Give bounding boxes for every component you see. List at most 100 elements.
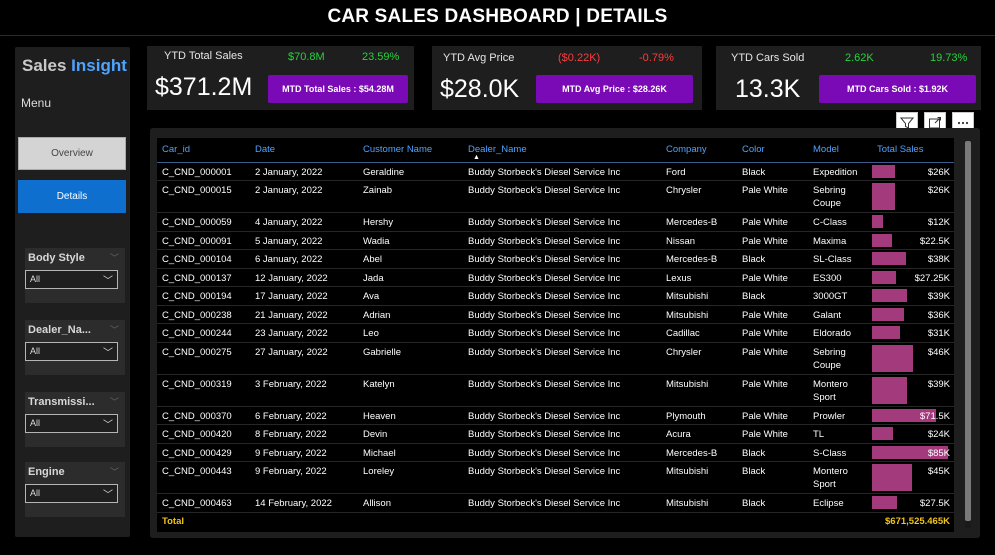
- total-empty-cell: [250, 512, 358, 528]
- sales-data-bar: [872, 289, 907, 302]
- table-row[interactable]: C_CND_000104 6 January, 2022 Abel Buddy Sto…: [157, 249, 954, 269]
- table-row[interactable]: C_CND_000319 3 February, 2022 Katelyn Buddy…: [157, 374, 954, 407]
- sales-value: $85K: [927, 447, 950, 459]
- table-row[interactable]: C_CND_000275 27 January, 2022 Gabrielle Bud…: [157, 342, 954, 375]
- cell-company: Cadillac: [661, 323, 737, 343]
- cell-car-id: C_CND_000091: [157, 231, 250, 250]
- cell-date: 6 January, 2022: [250, 249, 358, 269]
- kpi-mtd-badge: MTD Total Sales : $54.28M: [268, 75, 408, 103]
- cell-company: Mitsubishi: [661, 305, 737, 324]
- sales-value: $39K: [927, 291, 950, 302]
- cell-car-id: C_CND_000463: [157, 493, 250, 513]
- scrollbar-thumb[interactable]: [965, 141, 971, 521]
- sales-value: $27.25K: [914, 272, 950, 284]
- total-empty-cell: [808, 512, 872, 528]
- cell-company: Mitsubishi: [661, 493, 737, 513]
- cell-company: Plymouth: [661, 406, 737, 425]
- column-header-dealer-name[interactable]: Dealer_Name ▲: [463, 138, 661, 163]
- sales-data-bar: [872, 183, 895, 210]
- cell-company: Mercedes-B: [661, 212, 737, 232]
- column-header-total-sales[interactable]: Total Sales: [872, 138, 954, 163]
- cell-date: 12 January, 2022: [250, 268, 358, 287]
- cell-total-sales: $27.25K: [872, 268, 954, 287]
- table-scrollbar[interactable]: [965, 141, 971, 528]
- chevron-down-icon: ﹀: [109, 397, 119, 407]
- cell-total-sales: $36K: [872, 305, 954, 324]
- cell-customer: Geraldine: [358, 162, 463, 181]
- cell-color: Black: [737, 286, 808, 306]
- column-header-date[interactable]: Date: [250, 138, 358, 163]
- dealer-name-dropdown[interactable]: All ﹀: [25, 342, 118, 361]
- cell-color: Pale White: [737, 424, 808, 444]
- sales-data-bar: [872, 270, 896, 284]
- table-row[interactable]: C_CND_000001 2 January, 2022 Geraldine Budd…: [157, 162, 954, 181]
- sales-value: $38K: [927, 254, 950, 265]
- table-row[interactable]: C_CND_000194 17 January, 2022 Ava Buddy Sto…: [157, 286, 954, 306]
- table-row[interactable]: C_CND_000463 14 February, 2022 Allison Budd…: [157, 493, 954, 513]
- cell-model: Montero Sport: [808, 374, 872, 407]
- cell-dealer: Buddy Storbeck's Diesel Service Inc: [463, 342, 661, 375]
- cell-customer: Katelyn: [358, 374, 463, 407]
- cell-dealer: Buddy Storbeck's Diesel Service Inc: [463, 249, 661, 269]
- body-style-dropdown[interactable]: All ﹀: [25, 270, 118, 289]
- column-header-color[interactable]: Color: [737, 138, 808, 163]
- cell-company: Mercedes-B: [661, 443, 737, 462]
- cell-color: Black: [737, 461, 808, 494]
- cell-total-sales: $31K: [872, 323, 954, 343]
- brand-part1: Sales: [22, 56, 67, 75]
- cell-model: Sebring Coupe: [808, 342, 872, 375]
- sales-data-bar: [872, 215, 883, 228]
- cell-model: Sebring Coupe: [808, 180, 872, 213]
- table-row[interactable]: C_CND_000420 8 February, 2022 Devin Buddy S…: [157, 424, 954, 444]
- chevron-down-icon: ﹀: [109, 253, 119, 263]
- chevron-down-icon: ﹀: [103, 490, 113, 501]
- cell-date: 2 January, 2022: [250, 180, 358, 213]
- cell-car-id: C_CND_000104: [157, 249, 250, 269]
- column-header-customer-name[interactable]: Customer Name: [358, 138, 463, 163]
- engine-dropdown[interactable]: All ﹀: [25, 484, 118, 503]
- cell-date: 9 February, 2022: [250, 443, 358, 462]
- cell-date: 6 February, 2022: [250, 406, 358, 425]
- cell-dealer: Buddy Storbeck's Diesel Service Inc: [463, 305, 661, 324]
- cell-customer: Leo: [358, 323, 463, 343]
- cell-color: Pale White: [737, 180, 808, 213]
- table-row[interactable]: C_CND_000091 5 January, 2022 Wadia Buddy St…: [157, 231, 954, 250]
- sales-data-bar: [872, 344, 913, 372]
- cell-total-sales: $71.5K: [872, 406, 954, 425]
- chevron-down-icon: ﹀: [103, 348, 113, 359]
- cell-customer: Michael: [358, 443, 463, 462]
- cell-model: Prowler: [808, 406, 872, 425]
- cell-customer: Wadia: [358, 231, 463, 250]
- brand-part2: Insight: [71, 56, 127, 75]
- table-row[interactable]: C_CND_000059 4 January, 2022 Hershy Buddy S…: [157, 212, 954, 232]
- column-header-company[interactable]: Company: [661, 138, 737, 163]
- table-header-row: Car_id Date Customer Name Dealer_Name ▲ …: [157, 138, 954, 163]
- cell-color: Pale White: [737, 268, 808, 287]
- sales-value: $22.5K: [919, 235, 950, 247]
- details-button[interactable]: Details: [18, 180, 126, 213]
- column-header-car-id[interactable]: Car_id: [157, 138, 250, 163]
- overview-button[interactable]: Overview: [18, 137, 126, 170]
- table-row[interactable]: C_CND_000370 6 February, 2022 Heaven Buddy …: [157, 406, 954, 425]
- sales-data-bar: [872, 233, 892, 247]
- cell-company: Mitsubishi: [661, 286, 737, 306]
- column-header-model[interactable]: Model: [808, 138, 872, 163]
- sales-data-bar: [872, 326, 900, 339]
- kpi-delta-abs: $70.8M: [288, 51, 325, 63]
- transmission-dropdown[interactable]: All ﹀: [25, 414, 118, 433]
- chevron-down-icon: ﹀: [109, 325, 119, 335]
- cell-color: Pale White: [737, 305, 808, 324]
- cell-total-sales: $38K: [872, 249, 954, 269]
- dropdown-value: All: [30, 418, 41, 428]
- table-row[interactable]: C_CND_000443 9 February, 2022 Loreley Buddy…: [157, 461, 954, 494]
- table-row[interactable]: C_CND_000429 9 February, 2022 Michael Buddy…: [157, 443, 954, 462]
- cell-model: C-Class: [808, 212, 872, 232]
- table-row[interactable]: C_CND_000238 21 January, 2022 Adrian Buddy …: [157, 305, 954, 324]
- table-row[interactable]: C_CND_000244 23 January, 2022 Leo Buddy Sto…: [157, 323, 954, 343]
- sales-value: $36K: [927, 309, 950, 321]
- cell-company: Nissan: [661, 231, 737, 250]
- table-row[interactable]: C_CND_000137 12 January, 2022 Jada Buddy St…: [157, 268, 954, 287]
- table-row[interactable]: C_CND_000015 2 January, 2022 Zainab Buddy S…: [157, 180, 954, 213]
- kpi-mtd-badge: MTD Avg Price : $28.26K: [536, 75, 693, 103]
- cell-date: 3 February, 2022: [250, 374, 358, 407]
